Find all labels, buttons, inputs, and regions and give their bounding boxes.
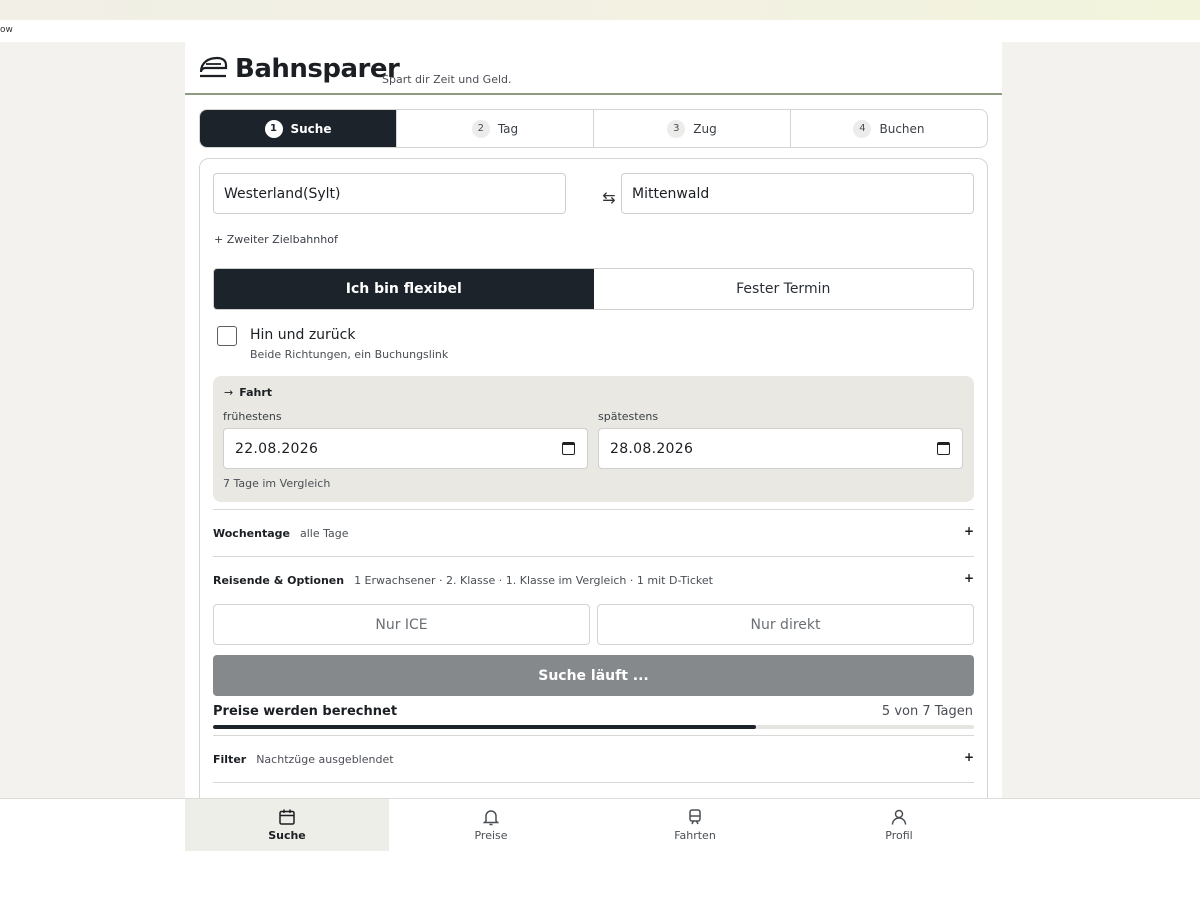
bottom-navigation: Suche Preise Fahrten Profil [0, 798, 1200, 900]
roundtrip-label[interactable]: Hin und zurück [250, 327, 355, 343]
nav-label: Profil [885, 829, 913, 842]
latest-date-input[interactable]: 28.08.2026 [598, 428, 963, 469]
train-logo-icon [199, 56, 228, 78]
travelers-row[interactable]: Reisende & Optionen 1 Erwachsener · 2. K… [213, 556, 974, 603]
trip-section-label: → Fahrt [224, 386, 273, 399]
nav-search[interactable]: Suche [185, 799, 389, 851]
weekdays-key: Wochentage [213, 526, 290, 540]
filter-key: Filter [213, 752, 247, 766]
latest-date-value: 28.08.2026 [610, 440, 694, 457]
user-icon [891, 809, 907, 825]
search-card: Westerland(Sylt) ⇆ Mittenwald + Zweiter … [199, 158, 988, 798]
arrow-right-icon: → [224, 386, 234, 399]
nav-label: Suche [268, 829, 306, 842]
travelers-value: 1 Erwachsener · 2. Klasse · 1. Klasse im… [354, 573, 713, 587]
swap-stations-icon[interactable]: ⇆ [599, 187, 619, 207]
brand-tagline: Spart dir Zeit und Geld. [382, 73, 512, 86]
roundtrip-checkbox[interactable] [217, 326, 237, 346]
roundtrip-description: Beide Richtungen, ein Buchungslink [250, 348, 449, 361]
nav-trips[interactable]: Fahrten [593, 799, 797, 851]
step-day[interactable]: 2 Tag [396, 110, 593, 147]
progress-title: Preise werden berechnet [213, 704, 398, 719]
nav-label: Preise [474, 829, 508, 842]
add-second-destination-link[interactable]: + Zweiter Zielbahnhof [214, 233, 338, 246]
step-number: 3 [667, 119, 686, 138]
expand-plus-icon[interactable]: + [964, 524, 974, 538]
step-train[interactable]: 3 Zug [593, 110, 790, 147]
browser-strip [0, 20, 1200, 42]
weekdays-value: alle Tage [299, 526, 349, 540]
browser-banner [0, 0, 1200, 20]
earliest-date-input[interactable]: 22.08.2026 [223, 428, 588, 469]
progress-bar-fill [213, 725, 757, 729]
browser-strip-text: ow [0, 25, 13, 35]
date-compare-note: 7 Tage im Vergleich [223, 477, 331, 490]
only-direct-button[interactable]: Nur direkt [597, 604, 974, 645]
nav-profile[interactable]: Profil [797, 799, 1001, 851]
app-container: Bahnsparer Spart dir Zeit und Geld. 1 Su… [185, 42, 1002, 798]
step-label: Suche [290, 121, 332, 136]
more-options-row[interactable] [213, 782, 974, 798]
step-label: Tag [497, 121, 519, 136]
travelers-key: Reisende & Optionen [213, 573, 345, 587]
step-label: Zug [693, 121, 717, 136]
search-running-button[interactable]: Suche läuft ... [213, 655, 974, 696]
app-header: Bahnsparer Spart dir Zeit und Geld. [185, 42, 1002, 95]
booking-stepper: 1 Suche 2 Tag 3 Zug 4 Buchen [199, 109, 988, 148]
nav-prices[interactable]: Preise [389, 799, 593, 851]
step-search[interactable]: 1 Suche [200, 110, 396, 147]
step-number: 2 [471, 119, 490, 138]
mode-flexible-button[interactable]: Ich bin flexibel [214, 269, 594, 309]
origin-input[interactable]: Westerland(Sylt) [213, 173, 566, 214]
step-label: Buchen [879, 121, 925, 136]
step-number: 1 [264, 119, 283, 138]
filter-value: Nachtzüge ausgeblendet [256, 752, 394, 766]
progress-bar [213, 725, 974, 729]
progress-count: 5 von 7 Tagen [881, 704, 973, 719]
calendar-icon [279, 809, 295, 825]
only-ice-button[interactable]: Nur ICE [213, 604, 590, 645]
date-mode-toggle: Ich bin flexibel Fester Termin [213, 268, 974, 310]
latest-date-label: spätestens [598, 410, 659, 423]
destination-input[interactable]: Mittenwald [621, 173, 974, 214]
earliest-date-label: frühestens [223, 410, 282, 423]
expand-plus-icon[interactable]: + [964, 750, 974, 764]
train-icon [689, 809, 701, 825]
earliest-date-value: 22.08.2026 [235, 440, 319, 457]
bell-icon [482, 810, 500, 826]
calendar-picker-icon[interactable] [562, 442, 575, 455]
filter-row[interactable]: Filter Nachtzüge ausgeblendet + [213, 735, 974, 782]
date-range-panel: → Fahrt frühestens 22.08.2026 spätestens … [213, 376, 974, 502]
expand-plus-icon[interactable]: + [964, 571, 974, 585]
step-book[interactable]: 4 Buchen [790, 110, 987, 147]
nav-label: Fahrten [674, 829, 716, 842]
mode-fixed-button[interactable]: Fester Termin [594, 269, 974, 309]
weekdays-row[interactable]: Wochentage alle Tage + [213, 509, 974, 556]
calendar-picker-icon[interactable] [937, 442, 950, 455]
step-number: 4 [853, 119, 872, 138]
brand-name[interactable]: Bahnsparer [235, 54, 400, 84]
